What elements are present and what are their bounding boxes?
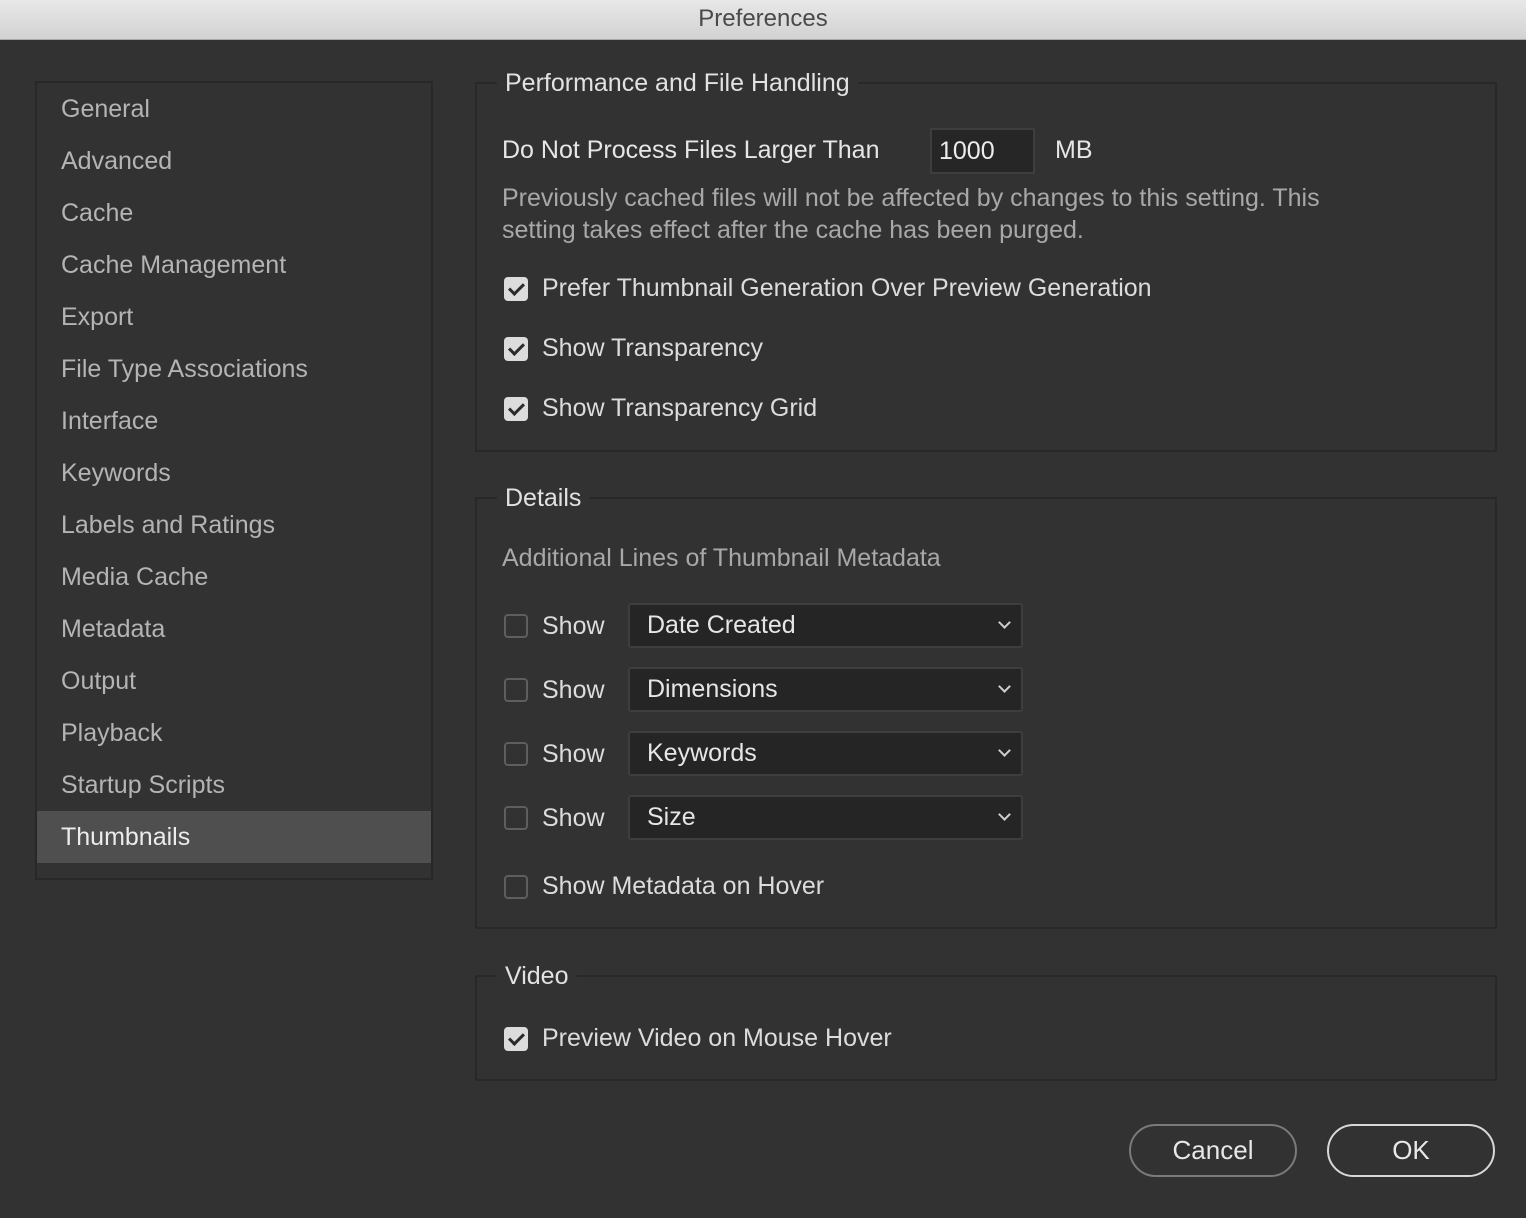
preview-video-checkbox[interactable] <box>504 1027 528 1051</box>
show-transparency-grid-label[interactable]: Show Transparency Grid <box>542 394 817 423</box>
show-row-4-label[interactable]: Show <box>542 804 605 833</box>
file-size-input[interactable]: 1000 <box>930 128 1035 174</box>
sidebar-item-export[interactable]: Export <box>37 291 431 343</box>
sidebar-item-interface[interactable]: Interface <box>37 395 431 447</box>
chevron-down-icon <box>998 808 1011 821</box>
metadata-select-3-value: Keywords <box>647 739 757 767</box>
sidebar-item-keywords[interactable]: Keywords <box>37 447 431 499</box>
sidebar-item-cache-management[interactable]: Cache Management <box>37 239 431 291</box>
ok-button[interactable]: OK <box>1327 1124 1495 1177</box>
cache-note-line2: setting takes effect after the cache has… <box>502 216 1084 244</box>
show-metadata-hover-label[interactable]: Show Metadata on Hover <box>542 872 824 901</box>
metadata-select-2[interactable]: Dimensions <box>628 667 1023 712</box>
show-row-3-label[interactable]: Show <box>542 740 605 769</box>
metadata-select-4-value: Size <box>647 803 696 831</box>
sidebar-item-media-cache[interactable]: Media Cache <box>37 551 431 603</box>
details-title: Details <box>497 482 590 514</box>
performance-title: Performance and File Handling <box>497 67 858 99</box>
preferences-sidebar: General Advanced Cache Cache Management … <box>35 81 433 880</box>
sidebar-item-startup-scripts[interactable]: Startup Scripts <box>37 759 431 811</box>
chevron-down-icon <box>998 744 1011 757</box>
metadata-select-4[interactable]: Size <box>628 795 1023 840</box>
cancel-button[interactable]: Cancel <box>1129 1124 1297 1177</box>
sidebar-item-file-type-associations[interactable]: File Type Associations <box>37 343 431 395</box>
sidebar-item-thumbnails[interactable]: Thumbnails <box>37 811 431 863</box>
show-row-3-checkbox[interactable] <box>504 742 528 766</box>
show-row-4-checkbox[interactable] <box>504 806 528 830</box>
sidebar-item-general[interactable]: General <box>37 83 431 135</box>
file-size-unit: MB <box>1055 136 1093 164</box>
sidebar-item-output[interactable]: Output <box>37 655 431 707</box>
metadata-select-1[interactable]: Date Created <box>628 603 1023 648</box>
window-title: Preferences <box>0 0 1526 40</box>
chevron-down-icon <box>998 680 1011 693</box>
sidebar-item-metadata[interactable]: Metadata <box>37 603 431 655</box>
sidebar-item-advanced[interactable]: Advanced <box>37 135 431 187</box>
preview-video-label[interactable]: Preview Video on Mouse Hover <box>542 1024 892 1053</box>
show-row-2-label[interactable]: Show <box>542 676 605 705</box>
show-row-1-checkbox[interactable] <box>504 614 528 638</box>
show-metadata-hover-checkbox[interactable] <box>504 875 528 899</box>
show-transparency-grid-checkbox[interactable] <box>504 397 528 421</box>
cache-note-line1: Previously cached files will not be affe… <box>502 184 1320 212</box>
show-row-2-checkbox[interactable] <box>504 678 528 702</box>
video-title: Video <box>497 960 577 992</box>
file-size-label: Do Not Process Files Larger Than <box>502 136 880 164</box>
sidebar-item-playback[interactable]: Playback <box>37 707 431 759</box>
chevron-down-icon <box>998 616 1011 629</box>
metadata-select-1-value: Date Created <box>647 611 796 639</box>
metadata-select-2-value: Dimensions <box>647 675 778 703</box>
show-row-1-label[interactable]: Show <box>542 612 605 641</box>
prefer-thumbnail-checkbox[interactable] <box>504 277 528 301</box>
metadata-select-3[interactable]: Keywords <box>628 731 1023 776</box>
sidebar-item-labels-and-ratings[interactable]: Labels and Ratings <box>37 499 431 551</box>
prefer-thumbnail-label[interactable]: Prefer Thumbnail Generation Over Preview… <box>542 274 1152 303</box>
details-subtitle: Additional Lines of Thumbnail Metadata <box>502 544 941 572</box>
sidebar-item-cache[interactable]: Cache <box>37 187 431 239</box>
show-transparency-label[interactable]: Show Transparency <box>542 334 763 363</box>
show-transparency-checkbox[interactable] <box>504 337 528 361</box>
